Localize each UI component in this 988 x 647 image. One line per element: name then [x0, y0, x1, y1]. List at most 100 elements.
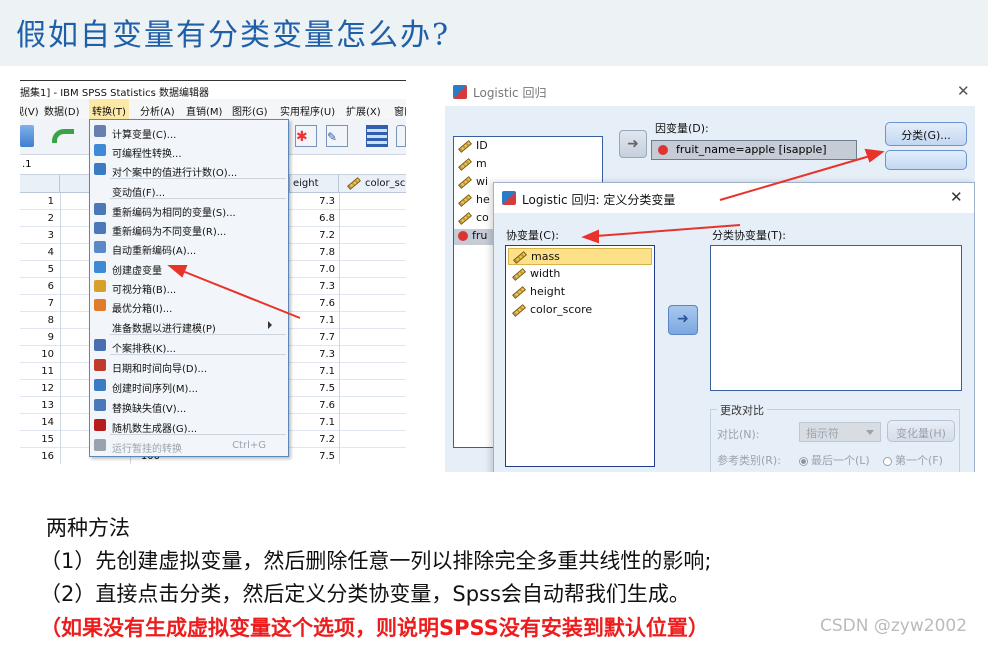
covariates-list[interactable]: mass width height color_score	[505, 245, 655, 467]
menu-item[interactable]: 运行暂挂的转换 Ctrl+G	[90, 436, 288, 455]
column-header-id[interactable]	[20, 175, 60, 193]
row-number[interactable]: 4	[20, 247, 58, 258]
menu-item[interactable]: 可视分箱(B)...	[90, 277, 288, 296]
menu-item[interactable]: 重新编码为相同的变量(S)...	[90, 200, 288, 219]
menu-item[interactable]: 创建虚变量	[90, 258, 288, 277]
move-dependent-button[interactable]: ➜	[619, 130, 647, 158]
reference-first-radio[interactable]: 第一个(F)	[883, 452, 943, 468]
menu-graphs[interactable]: 图形(G)	[232, 103, 268, 118]
undo-icon[interactable]	[52, 129, 74, 143]
color-score-cell[interactable]	[339, 261, 340, 278]
height-cell[interactable]: 7.1	[290, 366, 337, 377]
row-number[interactable]: 12	[20, 383, 58, 394]
menu-item[interactable]: 最优分箱(I)...	[90, 296, 288, 315]
categorical-button[interactable]: 分类(G)...	[885, 122, 967, 146]
color-score-cell[interactable]	[339, 312, 340, 329]
row-number[interactable]: 16	[20, 451, 58, 462]
row-number[interactable]: 7	[20, 298, 58, 309]
change-button[interactable]: 变化量(H)	[887, 420, 955, 442]
covariate-item[interactable]: color_score	[508, 302, 652, 319]
height-cell[interactable]: 7.5	[290, 383, 337, 394]
menu-item[interactable]: 自动重新编码(A)...	[90, 238, 288, 257]
menu-item[interactable]: 重新编码为不同变量(R)...	[90, 219, 288, 238]
color-score-cell[interactable]	[339, 210, 340, 227]
color-score-cell[interactable]	[339, 414, 340, 431]
row-number[interactable]: 2	[20, 213, 58, 224]
menu-item[interactable]: 对个案中的值进行计数(O)...	[90, 160, 288, 179]
height-cell[interactable]: 7.3	[290, 349, 337, 360]
save-button[interactable]	[885, 150, 967, 170]
color-score-cell[interactable]	[339, 295, 340, 312]
variable-item[interactable]: fru	[454, 229, 494, 245]
height-cell[interactable]: 7.2	[290, 230, 337, 241]
categorical-covariates-list[interactable]	[710, 245, 962, 391]
color-score-cell[interactable]	[339, 431, 340, 448]
close-icon[interactable]: ✕	[950, 188, 963, 206]
variable-item[interactable]: he	[458, 193, 490, 209]
move-to-categorical-button[interactable]: ➜	[668, 305, 698, 335]
menu-view[interactable]: 视(V)	[20, 103, 39, 118]
covariate-item[interactable]: width	[508, 266, 652, 283]
weight-cases-icon[interactable]	[396, 125, 406, 147]
variable-item[interactable]: co	[458, 211, 489, 227]
color-score-cell[interactable]	[339, 346, 340, 363]
color-score-cell[interactable]	[339, 448, 340, 464]
height-cell[interactable]: 7.1	[290, 417, 337, 428]
menu-data[interactable]: 数据(D)	[44, 103, 80, 118]
close-icon[interactable]: ✕	[957, 82, 970, 100]
height-cell[interactable]: 6.8	[290, 213, 337, 224]
menu-utilities[interactable]: 实用程序(U)	[280, 103, 335, 118]
menu-item[interactable]: 变动值(F)...	[90, 180, 288, 199]
dependent-field[interactable]: fruit_name=apple [isapple]	[651, 140, 857, 160]
menu-analyze[interactable]: 分析(A)	[140, 103, 175, 118]
row-number[interactable]: 11	[20, 366, 58, 377]
color-score-cell[interactable]	[339, 227, 340, 244]
height-cell[interactable]: 7.0	[290, 264, 337, 275]
variable-item[interactable]: ID	[458, 139, 488, 155]
height-cell[interactable]: 7.2	[290, 434, 337, 445]
color-score-cell[interactable]	[339, 193, 340, 210]
contrast-select[interactable]: 指示符	[799, 422, 881, 442]
row-number[interactable]: 9	[20, 332, 58, 343]
menu-transform[interactable]: 转换(T)	[89, 99, 129, 119]
row-number[interactable]: 14	[20, 417, 58, 428]
color-score-cell[interactable]	[339, 380, 340, 397]
menu-item[interactable]: 准备数据以进行建模(P)	[90, 316, 288, 335]
menu-item[interactable]: 可编程性转换...	[90, 141, 288, 160]
height-cell[interactable]: 7.5	[290, 451, 337, 462]
height-cell[interactable]: 7.3	[290, 196, 337, 207]
menu-item[interactable]: 随机数生成器(G)...	[90, 416, 288, 435]
height-cell[interactable]: 7.3	[290, 281, 337, 292]
insert-cases-icon[interactable]: ✱	[295, 125, 317, 147]
variable-item[interactable]: wi	[458, 175, 488, 191]
menu-window[interactable]: 窗口	[394, 103, 406, 118]
height-cell[interactable]: 7.8	[290, 247, 337, 258]
reference-last-radio[interactable]: 最后一个(L)	[799, 452, 870, 468]
height-cell[interactable]: 7.1	[290, 315, 337, 326]
height-cell[interactable]: 7.6	[290, 298, 337, 309]
row-number[interactable]: 3	[20, 230, 58, 241]
menu-item[interactable]: 个案排秩(K)...	[90, 336, 288, 355]
row-number[interactable]: 5	[20, 264, 58, 275]
menu-item[interactable]: 创建时间序列(M)...	[90, 376, 288, 395]
insert-variable-icon[interactable]: ✎	[326, 125, 348, 147]
menu-direct-marketing[interactable]: 直销(M)	[186, 103, 222, 118]
row-number[interactable]: 13	[20, 400, 58, 411]
covariate-item-selected[interactable]: mass	[508, 248, 652, 265]
menu-extensions[interactable]: 扩展(X)	[346, 103, 381, 118]
color-score-cell[interactable]	[339, 363, 340, 380]
variable-item[interactable]: m	[458, 157, 487, 173]
row-number[interactable]: 1	[20, 196, 58, 207]
covariate-item[interactable]: height	[508, 284, 652, 301]
menu-item[interactable]: 计算变量(C)...	[90, 122, 288, 141]
color-score-cell[interactable]	[339, 397, 340, 414]
color-score-cell[interactable]	[339, 278, 340, 295]
row-number[interactable]: 15	[20, 434, 58, 445]
menu-item[interactable]: 替换缺失值(V)...	[90, 396, 288, 415]
color-score-cell[interactable]	[339, 244, 340, 261]
row-number[interactable]: 6	[20, 281, 58, 292]
height-cell[interactable]: 7.7	[290, 332, 337, 343]
column-header-height[interactable]: eight	[290, 175, 339, 193]
split-file-icon[interactable]	[366, 125, 388, 147]
color-score-cell[interactable]	[339, 329, 340, 346]
